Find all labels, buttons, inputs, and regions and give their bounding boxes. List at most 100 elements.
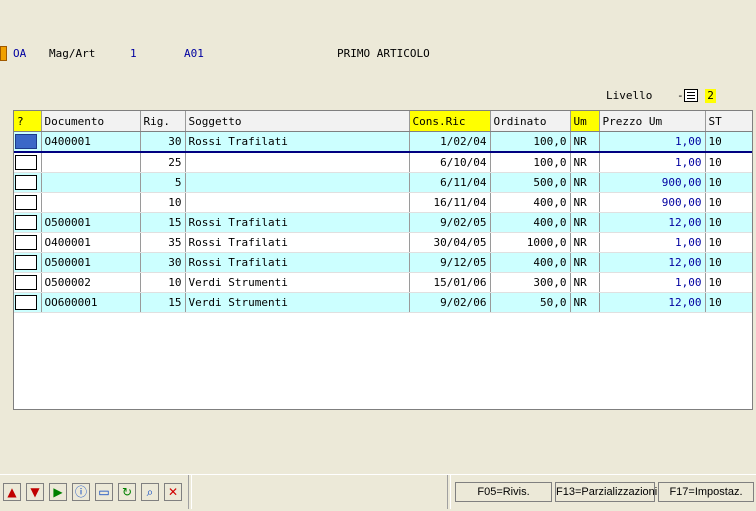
cell-st: 10 [705, 131, 752, 153]
cell-documento: O400001 [41, 131, 141, 153]
cell-prezzo-um: 1,00 [599, 131, 706, 153]
col-header-prezzo-um[interactable]: Prezzo Um [599, 111, 706, 132]
cell-documento [41, 192, 141, 213]
row-select-checkbox[interactable] [15, 195, 37, 210]
row-select-checkbox[interactable] [15, 275, 37, 290]
search-icon[interactable]: ⌕ [141, 483, 159, 501]
table-row[interactable]: O500002 10 Verdi Strumenti 15/01/06 300,0 NR 1… [14, 272, 752, 293]
cell-documento [41, 152, 141, 173]
cell-st: 10 [705, 212, 752, 233]
cell-ordinato: 400,0 [490, 192, 571, 213]
table-header-row: ? Documento Rig. Soggetto Cons.Ric Ordin… [14, 111, 752, 132]
cell-select [14, 232, 42, 253]
cell-cons-ric: 9/12/05 [409, 252, 491, 273]
row-select-checkbox[interactable] [15, 235, 37, 250]
cell-prezzo-um: 12,00 [599, 252, 706, 273]
table-row[interactable]: OO600001 15 Verdi Strumenti 9/02/06 50,0 NR 12… [14, 292, 752, 313]
cell-select [14, 212, 42, 233]
cell-um: NR [570, 131, 600, 153]
cell-st: 10 [705, 272, 752, 293]
toolbar-separator [188, 475, 192, 509]
cell-documento [41, 172, 141, 193]
refresh-icon[interactable]: ↻ [118, 483, 136, 501]
livello-label: Livello [606, 89, 653, 102]
cell-st: 10 [705, 172, 752, 193]
cell-soggetto: Rossi Trafilati [185, 131, 410, 153]
cell-cons-ric: 6/10/04 [409, 152, 491, 173]
cell-cons-ric: 15/01/06 [409, 272, 491, 293]
row-select-checkbox[interactable] [15, 175, 37, 190]
cell-ordinato: 100,0 [490, 131, 571, 153]
cell-ordinato: 1000,0 [490, 232, 571, 253]
cell-soggetto [185, 192, 410, 213]
cell-cons-ric: 9/02/06 [409, 292, 491, 313]
cell-um: NR [570, 172, 600, 193]
cell-documento: O400001 [41, 232, 141, 253]
cell-documento: O500001 [41, 252, 141, 273]
cell-ordinato: 400,0 [490, 212, 571, 233]
col-header-st[interactable]: ST [705, 111, 752, 132]
col-header-um[interactable]: Um [570, 111, 600, 132]
toolbar-separator [447, 475, 451, 509]
row-select-checkbox[interactable] [15, 155, 37, 170]
cell-st: 10 [705, 292, 752, 313]
list-icon[interactable] [684, 89, 698, 102]
document-icon [0, 46, 7, 61]
cell-rig: 10 [140, 192, 186, 213]
delete-icon[interactable]: ✕ [164, 483, 182, 501]
article-description: PRIMO ARTICOLO [337, 47, 430, 60]
cell-cons-ric: 1/02/04 [409, 131, 491, 153]
cell-select [14, 152, 42, 173]
cell-um: NR [570, 232, 600, 253]
table-row[interactable]: O500001 15 Rossi Trafilati 9/02/05 400,0 NR 12… [14, 212, 752, 233]
cell-um: NR [570, 212, 600, 233]
f17-impostaz-button[interactable]: F17=Impostaz. [658, 482, 754, 502]
cell-select [14, 272, 42, 293]
f05-rivis-button[interactable]: F05=Rivis. [455, 482, 552, 502]
row-select-checkbox[interactable] [15, 255, 37, 270]
mag-value: 1 [130, 47, 137, 60]
row-select-checkbox[interactable] [15, 134, 37, 149]
col-header-rig[interactable]: Rig. [140, 111, 186, 132]
cell-rig: 30 [140, 252, 186, 273]
table-row[interactable]: O400001 30 Rossi Trafilati 1/02/04 100,0 NR 1,… [14, 131, 752, 153]
arrow-down-icon[interactable]: ▼ [26, 483, 44, 501]
cell-prezzo-um: 900,00 [599, 172, 706, 193]
table-row[interactable]: O400001 35 Rossi Trafilati 30/04/05 1000,0 NR… [14, 232, 752, 253]
cell-select [14, 131, 42, 153]
cell-rig: 30 [140, 131, 186, 153]
cell-soggetto [185, 152, 410, 173]
table-row[interactable]: 25 6/10/04 100,0 NR 1,00 10 [14, 152, 752, 173]
table-row[interactable]: 10 16/11/04 400,0 NR 900,00 10 [14, 192, 752, 213]
cell-prezzo-um: 1,00 [599, 152, 706, 173]
play-icon[interactable]: ▶ [49, 483, 67, 501]
cell-cons-ric: 9/02/05 [409, 212, 491, 233]
cell-um: NR [570, 272, 600, 293]
table-row[interactable]: 5 6/11/04 500,0 NR 900,00 10 [14, 172, 752, 193]
cell-rig: 25 [140, 152, 186, 173]
cell-rig: 5 [140, 172, 186, 193]
col-header-ordinato[interactable]: Ordinato [490, 111, 571, 132]
col-header-documento[interactable]: Documento [41, 111, 141, 132]
cell-prezzo-um: 12,00 [599, 212, 706, 233]
cell-prezzo-um: 900,00 [599, 192, 706, 213]
cell-documento: OO600001 [41, 292, 141, 313]
cell-prezzo-um: 1,00 [599, 232, 706, 253]
cell-cons-ric: 30/04/05 [409, 232, 491, 253]
row-select-checkbox[interactable] [15, 295, 37, 310]
livello-value[interactable]: 2 [705, 89, 716, 103]
arrow-up-icon[interactable]: ▲ [3, 483, 21, 501]
row-select-checkbox[interactable] [15, 215, 37, 230]
cell-st: 10 [705, 192, 752, 213]
cell-soggetto: Rossi Trafilati [185, 232, 410, 253]
col-header-check[interactable]: ? [14, 111, 42, 132]
f13-parzializzazioni-button[interactable]: F13=Parzializzazioni [555, 482, 657, 502]
orders-grid[interactable]: ? Documento Rig. Soggetto Cons.Ric Ordin… [13, 110, 753, 410]
info-icon[interactable]: ⓘ [72, 483, 90, 501]
table-row[interactable]: O500001 30 Rossi Trafilati 9/12/05 400,0 NR 12… [14, 252, 752, 273]
col-header-cons-ric[interactable]: Cons.Ric [409, 111, 491, 132]
open-icon[interactable]: ▭ [95, 483, 113, 501]
col-header-soggetto[interactable]: Soggetto [185, 111, 410, 132]
cell-rig: 15 [140, 292, 186, 313]
cell-soggetto: Verdi Strumenti [185, 272, 410, 293]
